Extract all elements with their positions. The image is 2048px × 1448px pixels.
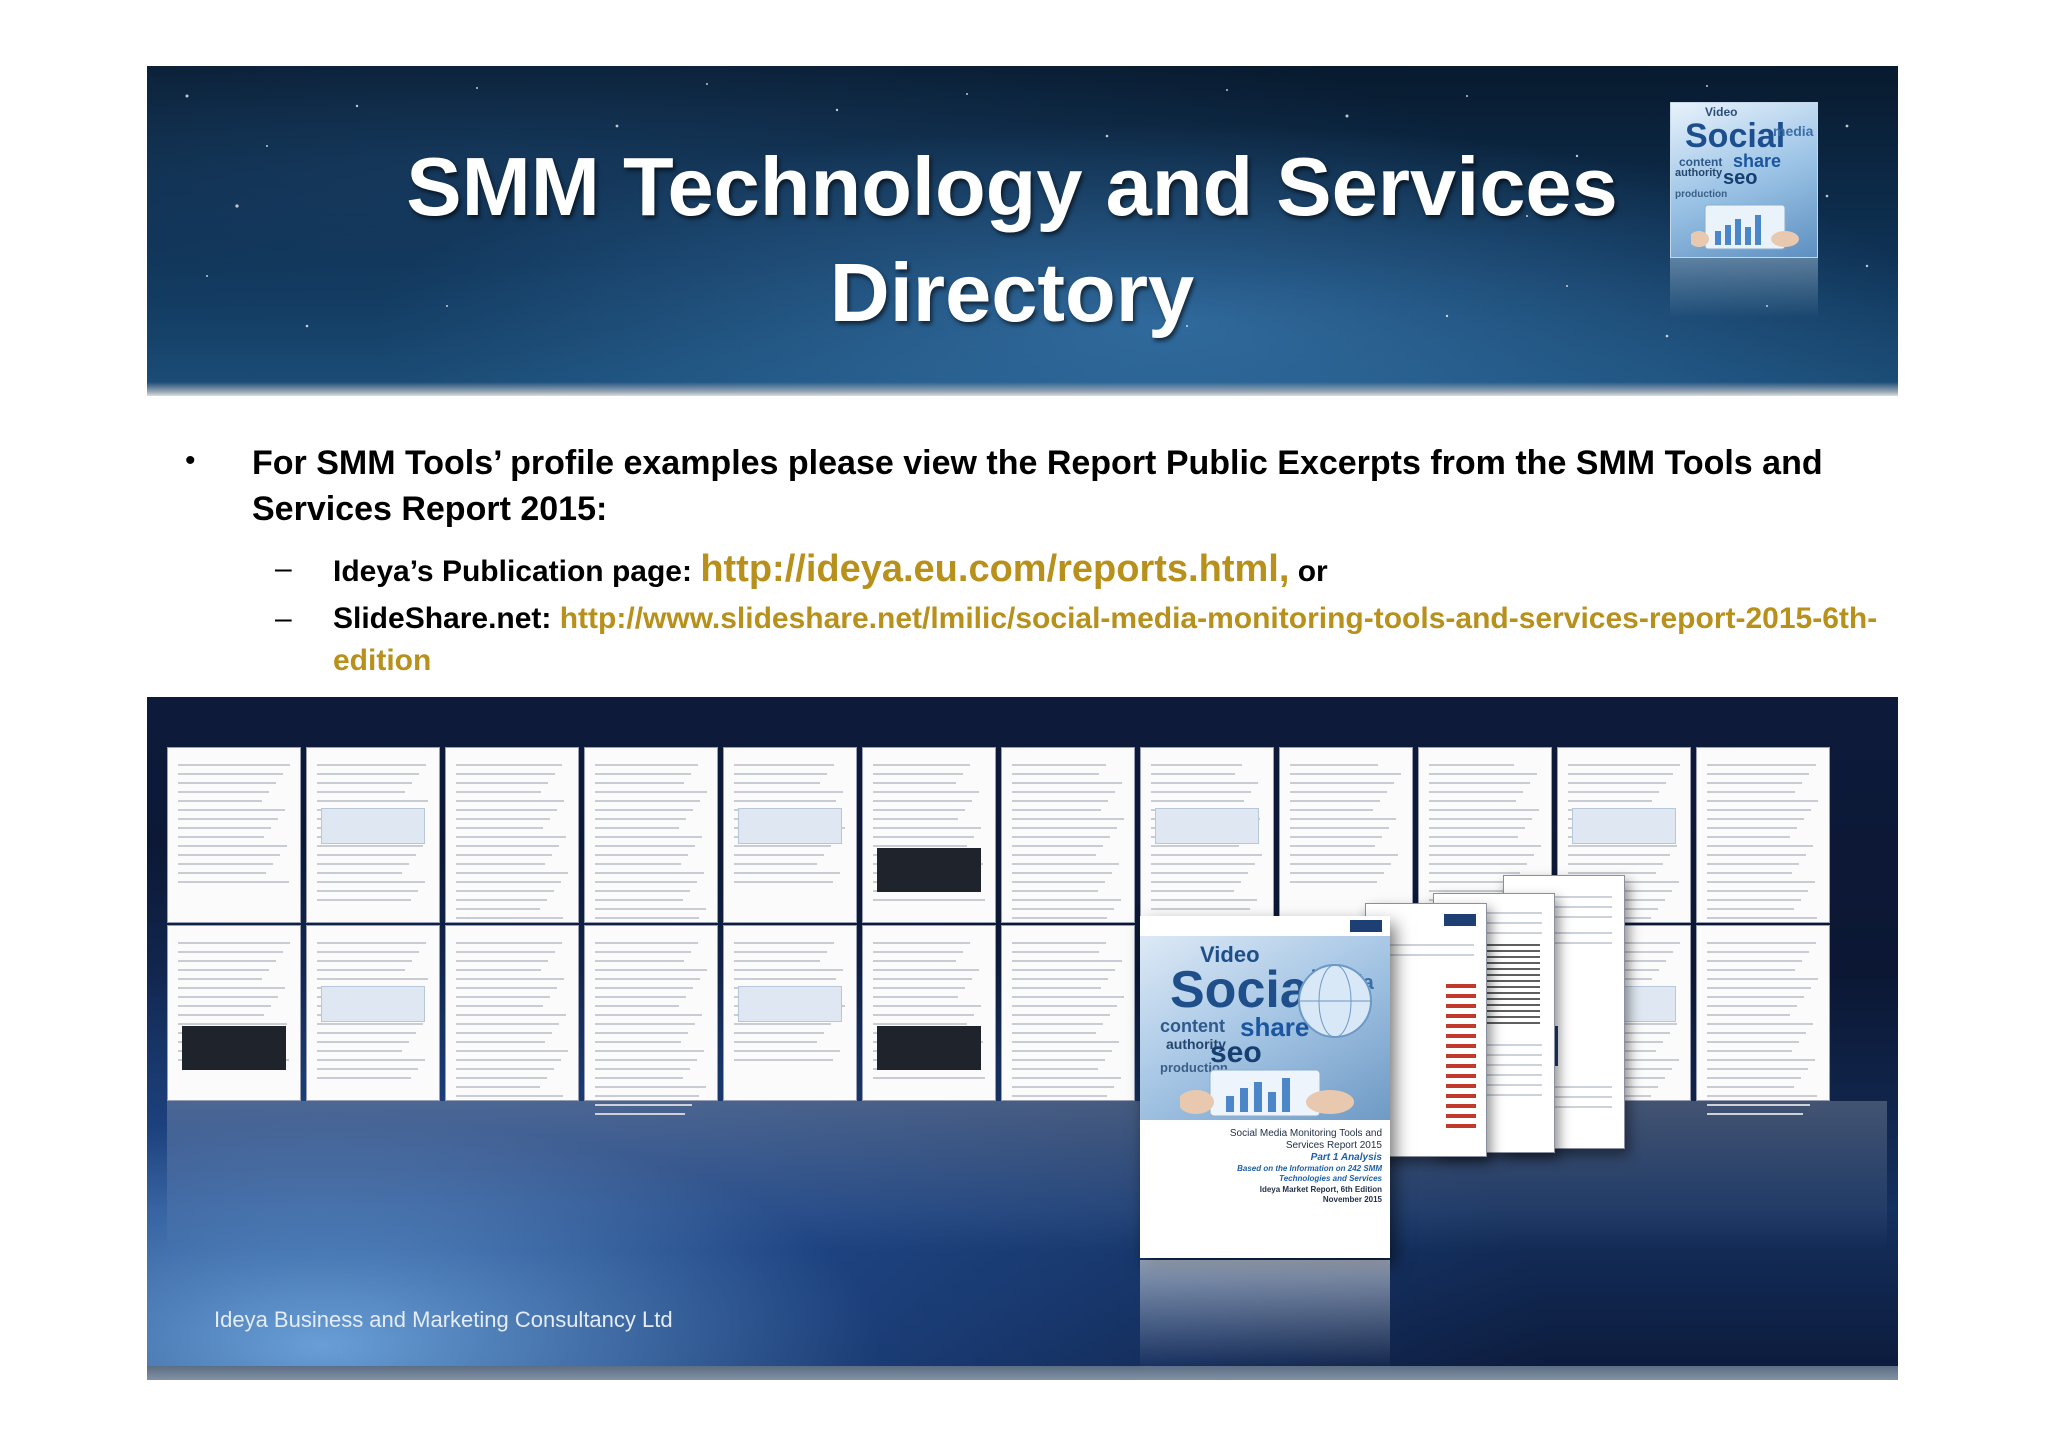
cover-based-on: Based on the Information on 242 SMM Tech… (1237, 1164, 1382, 1183)
dash-marker: – (275, 552, 292, 585)
report-page-thumbnail (306, 925, 440, 1101)
bullet-text: For SMM Tools’ profile examples please v… (252, 444, 1823, 528)
cube-word: authority (1675, 167, 1723, 179)
globe-graphic (1298, 964, 1372, 1038)
cover-title-block: Social Media Monitoring Tools and Servic… (1210, 1128, 1382, 1205)
report-page-thumbnail (1279, 747, 1413, 923)
sub-item-suffix: or (1289, 555, 1328, 588)
ideya-logo (1350, 920, 1382, 932)
report-page-thumbnail (1001, 925, 1135, 1101)
header-banner: SMM Technology and Services Directory Vi… (147, 66, 1898, 396)
report-page-thumbnail (1696, 925, 1830, 1115)
cover-word: content (1160, 1016, 1225, 1036)
tablet-hand-graphic (1180, 1069, 1354, 1117)
report-cover: Video Social media content share authori… (1140, 916, 1390, 1258)
slideshare-link[interactable]: http://www.slideshare.net/lmilic/social-… (333, 602, 1877, 677)
tablet-hand-graphic (1691, 204, 1799, 250)
cube-word: media (1773, 123, 1814, 139)
cube-word: seo (1723, 167, 1758, 189)
cover-edition: Ideya Market Report, 6th Edition (1259, 1185, 1382, 1194)
ideya-reports-link[interactable]: http://ideya.eu.com/reports.html, (700, 548, 1289, 590)
title-line-2: Directory (829, 246, 1195, 339)
cover-date: November 2015 (1322, 1195, 1382, 1204)
report-page-thumbnail (723, 747, 857, 923)
report-page-thumbnail (1001, 747, 1135, 923)
report-page-thumbnail (584, 747, 718, 937)
thumbnail-reflection (167, 1101, 1887, 1251)
report-page-thumbnail (445, 925, 579, 1101)
report-page-thumbnail (584, 925, 718, 1115)
report-page-thumbnail (1140, 747, 1274, 937)
showcase-bottom-bar (147, 1366, 1898, 1380)
report-pages-showcase (147, 697, 1898, 1380)
cover-reflection (1140, 1260, 1390, 1370)
bullet-marker: • (185, 444, 196, 477)
social-media-cube-image: Video Social media content share authori… (1670, 102, 1818, 258)
report-page-thumbnail (862, 747, 996, 923)
thumbnail-row-bottom (167, 925, 1887, 1115)
cover-art: Video Social media content share authori… (1140, 936, 1390, 1120)
report-page-thumbnail (167, 747, 301, 923)
cube-reflection (1670, 258, 1818, 318)
report-page-thumbnail (306, 747, 440, 923)
report-page-thumbnail (167, 925, 301, 1101)
cover-part: Part 1 Analysis (1310, 1152, 1382, 1163)
sub-item-label: SlideShare.net: (333, 602, 560, 635)
report-page-thumbnail (1696, 747, 1830, 937)
slide-title: SMM Technology and Services Directory (347, 134, 1677, 346)
thumbnail-row-top (167, 747, 1887, 937)
cover-text-band: Social Media Monitoring Tools and Servic… (1140, 1120, 1390, 1258)
company-footer: Ideya Business and Marketing Consultancy… (214, 1307, 673, 1332)
sub-item-label: Ideya’s Publication page: (333, 555, 701, 588)
dash-marker: – (275, 602, 292, 635)
title-line-1: SMM Technology and Services (406, 140, 1618, 233)
report-page-thumbnail (723, 925, 857, 1101)
report-page-thumbnail (445, 747, 579, 923)
cover-title: Social Media Monitoring Tools and Servic… (1229, 1128, 1382, 1151)
report-page-thumbnail (862, 925, 996, 1101)
